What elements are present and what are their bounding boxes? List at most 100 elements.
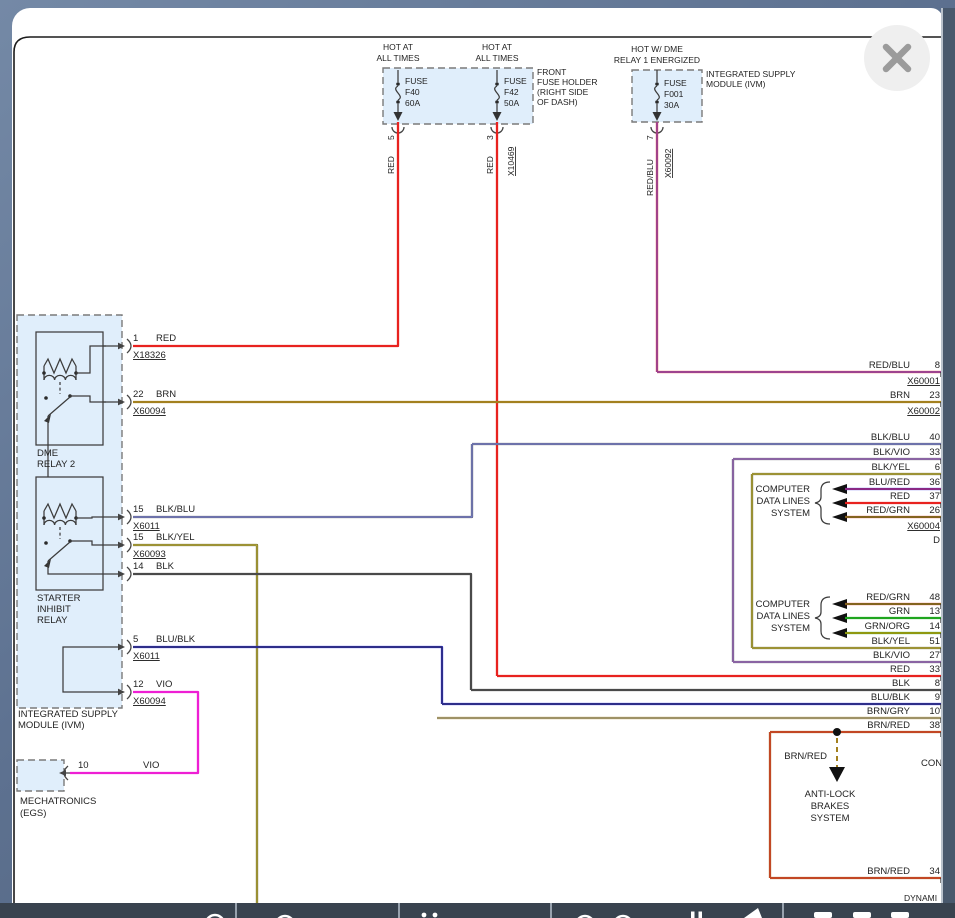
- connector-label: X6011: [133, 651, 160, 662]
- feed-wire: RED: [485, 156, 495, 174]
- wiring-diagram-viewer: HOT AT ALL TIMES HOT AT ALL TIMES FUSE F…: [0, 0, 955, 918]
- ivm-module: DME RELAY 2 STARTER INHIBIT RELAY INTEGR…: [17, 315, 131, 731]
- toolbar-button-1[interactable]: [0, 903, 237, 918]
- wire-pin-label: 14: [929, 621, 940, 632]
- wire-name-label: GRN/ORG: [865, 621, 910, 632]
- system-label: SYSTEM: [771, 508, 810, 519]
- holder-caption: (RIGHT SIDE: [537, 87, 589, 97]
- wire-name-label: BRN/RED: [867, 720, 910, 731]
- computer-data-lines-1: COMPUTER DATA LINES SYSTEM: [756, 482, 830, 524]
- toolbar-button-3[interactable]: [400, 903, 552, 918]
- connector-label: X6011: [133, 521, 160, 532]
- mechatronics-module: 10 VIO MECHATRONICS (EGS): [17, 760, 159, 819]
- wiring-diagram: HOT AT ALL TIMES HOT AT ALL TIMES FUSE F…: [0, 0, 955, 918]
- wire-name-label: BLU/BLK: [156, 634, 196, 645]
- fuse-amps: 30A: [664, 100, 679, 110]
- pin-number: 15: [133, 532, 144, 543]
- wire-name-label: BLK/BLU: [156, 504, 195, 515]
- fuse-id: F001: [664, 89, 684, 99]
- wire-name-label: BRN/RED: [784, 751, 827, 762]
- wire-blu-blk-feed: [133, 647, 442, 704]
- pin-number: 14: [133, 561, 144, 572]
- system-label: ANTI-LOCK: [805, 789, 856, 800]
- wire-name-label: BRN/GRY: [867, 706, 911, 717]
- pin-number: 15: [133, 504, 144, 515]
- wire-pin-label: 34: [929, 866, 940, 877]
- close-button[interactable]: [864, 25, 930, 91]
- connector-label: X60001: [907, 376, 940, 387]
- fuse-label: FUSE: [664, 78, 687, 88]
- wire-name-label: BLU/BLK: [871, 692, 911, 703]
- toolbar-button-5[interactable]: [784, 903, 955, 918]
- fuse-id: F42: [504, 87, 519, 97]
- feed-pin: 5: [386, 135, 396, 140]
- wire-name-label: BLK/VIO: [873, 447, 910, 458]
- wire-name-label: BLK/VIO: [873, 650, 910, 661]
- wire-name-label: RED: [890, 491, 910, 502]
- system-label: BRAKES: [811, 801, 850, 812]
- system-label: COMPUTER: [756, 599, 811, 610]
- hot-label: ALL TIMES: [377, 53, 420, 63]
- feed-wire: RED: [386, 156, 396, 174]
- connector-label: X60002: [907, 406, 940, 417]
- ivm-caption: MODULE (IVM): [706, 79, 766, 89]
- wire-name-label: VIO: [143, 760, 159, 771]
- system-label: SYSTEM: [810, 813, 849, 824]
- wire-pin-label: 10: [929, 706, 940, 717]
- fuse-id: F40: [405, 87, 420, 97]
- cut-text-d: D: [933, 535, 940, 546]
- wires: [70, 122, 770, 910]
- bottom-toolbar: [0, 903, 955, 918]
- feed-wire: RED/BLU: [645, 159, 655, 196]
- system-label: COMPUTER: [756, 484, 811, 495]
- feed-pin: 7: [645, 135, 655, 140]
- system-label: DATA LINES: [757, 611, 811, 622]
- ivm-fuse-box: HOT W/ DME RELAY 1 ENERGIZED FUSE F001 3…: [614, 44, 796, 196]
- wire-name-label: BLK: [892, 678, 911, 689]
- wire-name-label: RED: [890, 664, 910, 675]
- system-label: SYSTEM: [771, 623, 810, 634]
- wire-pin-label: 40: [929, 432, 940, 443]
- hot-label: ALL TIMES: [476, 53, 519, 63]
- system-label: DATA LINES: [757, 496, 811, 507]
- wire-name-label: BLK/YEL: [871, 462, 910, 473]
- wire-name-label: VIO: [156, 679, 172, 690]
- toolbar-button-2[interactable]: [237, 903, 400, 918]
- wire-pin-label: 6: [935, 462, 940, 473]
- wire-pin-label: 36: [929, 477, 940, 488]
- wire-row: BRN/RED 34: [770, 866, 941, 883]
- fuse-label: FUSE: [405, 76, 428, 86]
- wire-name-label: GRN: [889, 606, 910, 617]
- wire-name-label: BRN/RED: [867, 866, 910, 877]
- wire-row: BLK/YEL 6: [752, 462, 941, 479]
- wire-row: RED/GRN 48: [832, 592, 941, 609]
- wire-name-label: RED/GRN: [866, 592, 910, 603]
- wire-pin-label: 9: [935, 692, 940, 703]
- computer-data-lines-2: COMPUTER DATA LINES SYSTEM: [756, 597, 830, 639]
- wire-name-label: BRN: [156, 389, 176, 400]
- pin-number: 12: [133, 679, 144, 690]
- module-caption: MECHATRONICS: [20, 796, 96, 807]
- connector-label: X18326: [133, 350, 166, 361]
- holder-caption: FUSE HOLDER: [537, 77, 597, 87]
- wire-pin-label: 38: [929, 720, 940, 731]
- wire-row: RED/GRN 26 X60004: [832, 505, 941, 532]
- wire-name-label: RED/GRN: [866, 505, 910, 516]
- connector-label: X60092: [663, 148, 673, 178]
- pin-number: 22: [133, 389, 144, 400]
- front-fuse-holder: HOT AT ALL TIMES HOT AT ALL TIMES FUSE F…: [377, 42, 598, 176]
- right-frame-strip: [941, 8, 955, 903]
- wire-pin-label: 13: [929, 606, 940, 617]
- wire-row: BLK/YEL 51: [752, 636, 941, 653]
- toolbar-button-4[interactable]: [552, 903, 784, 918]
- wire-row: BRN 23 X60002: [133, 390, 941, 417]
- relay-caption: RELAY: [37, 615, 68, 626]
- wire-name-label: BLK: [156, 561, 175, 572]
- fuse-amps: 50A: [504, 98, 519, 108]
- pin-number: 5: [133, 634, 138, 645]
- wire-row: BRN/RED 38: [770, 720, 941, 737]
- wire-red-f40: [133, 122, 398, 346]
- holder-caption: OF DASH): [537, 97, 578, 107]
- relay-caption: INHIBIT: [37, 604, 71, 615]
- hot-label: HOT AT: [383, 42, 413, 52]
